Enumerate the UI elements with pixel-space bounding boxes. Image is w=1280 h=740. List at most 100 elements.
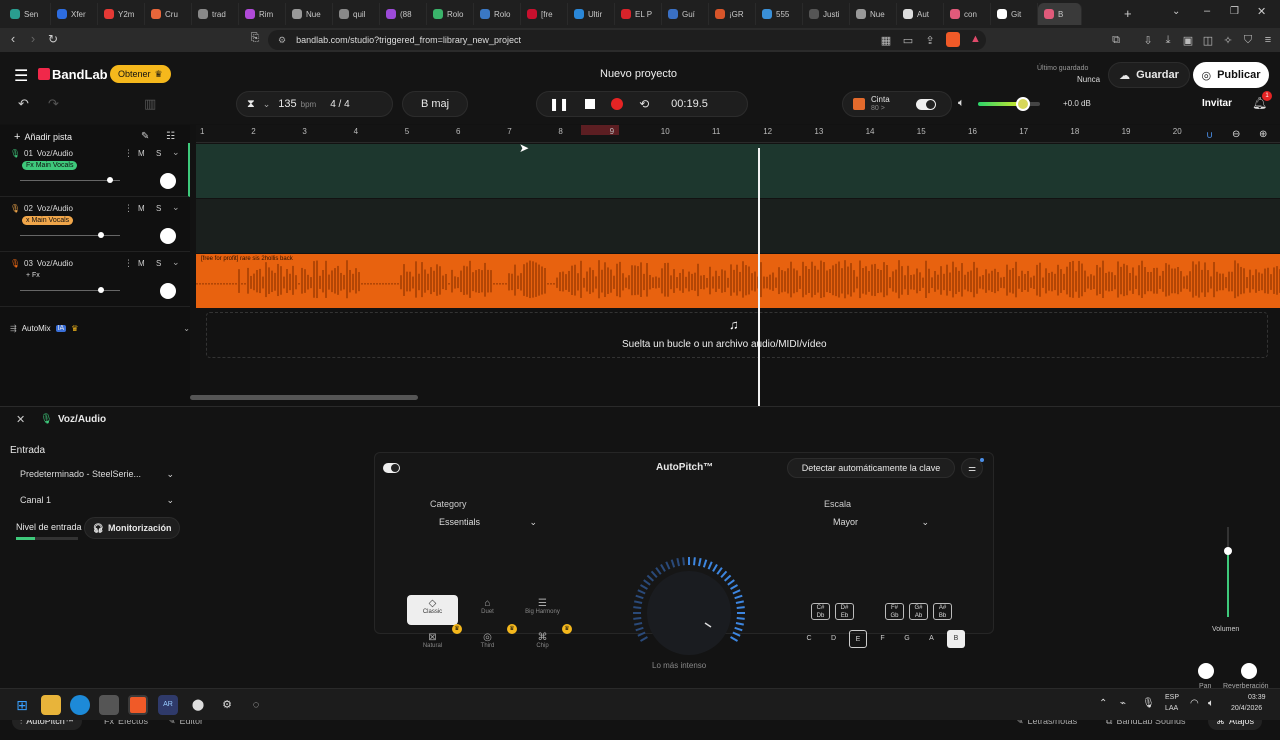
track-more-icon[interactable]: ⋮ bbox=[124, 148, 133, 159]
solo-button[interactable]: S bbox=[156, 259, 161, 268]
track-effect-badge[interactable]: + Fx bbox=[22, 271, 44, 280]
brave-icon[interactable] bbox=[128, 695, 148, 715]
sharp-key[interactable]: C# Db bbox=[811, 603, 830, 620]
lane-track-3[interactable]: [free for profit] rare sis 2hollis back bbox=[196, 254, 1280, 308]
maximize-icon[interactable]: ❐ bbox=[1230, 6, 1239, 17]
browser-tab[interactable]: Xfer bbox=[51, 3, 98, 25]
lane-track-2[interactable] bbox=[196, 199, 1280, 253]
audio-app-icon[interactable]: AR bbox=[158, 695, 178, 715]
track-volume-slider[interactable] bbox=[20, 232, 120, 238]
key-selector[interactable]: B maj bbox=[402, 91, 468, 117]
note-key-a[interactable]: A bbox=[923, 630, 941, 648]
publish-button[interactable]: ◎ Publicar bbox=[1193, 62, 1269, 88]
master-volume-slider[interactable] bbox=[978, 97, 1040, 111]
back-icon[interactable]: ‹ bbox=[2, 31, 24, 46]
preset-classic[interactable]: ◇ Classic bbox=[407, 595, 458, 625]
preset-duet[interactable]: ⌂ Duet bbox=[462, 595, 513, 625]
mute-button[interactable]: M bbox=[138, 149, 145, 158]
browser-tab[interactable]: trad bbox=[192, 3, 239, 25]
close-window-icon[interactable]: ✕ bbox=[1257, 5, 1266, 18]
sharp-key[interactable]: G# Ab bbox=[909, 603, 928, 620]
note-key-g[interactable]: G bbox=[898, 630, 916, 648]
track-volume-slider[interactable] bbox=[20, 177, 120, 183]
mixer-icon[interactable]: ▥ bbox=[144, 96, 156, 112]
browser-tab[interactable]: Rolo bbox=[474, 3, 521, 25]
mute-button[interactable]: M bbox=[138, 259, 145, 268]
sharp-key[interactable]: A# Bb bbox=[933, 603, 952, 620]
file-explorer-icon[interactable] bbox=[41, 695, 61, 715]
ai-icon[interactable]: ✧ bbox=[1218, 34, 1238, 47]
track-name[interactable]: 01 Voz/Audio bbox=[24, 149, 73, 158]
browser-tab[interactable]: [fre bbox=[521, 3, 568, 25]
reader-icon[interactable]: ▦ bbox=[876, 34, 896, 47]
track-name[interactable]: 03 Voz/Audio bbox=[24, 259, 73, 268]
metronome-icon[interactable]: ⧗ bbox=[247, 98, 255, 111]
speaker-icon[interactable]: 🔈︎ bbox=[958, 97, 965, 110]
track-volume-handle[interactable] bbox=[107, 177, 113, 183]
timeline-ruler[interactable]: 1 2 3 4 5 6 7 8 9 10 11 12 13 14 15 16 17 18 19 20 bbox=[196, 125, 1280, 143]
site-info-icon[interactable]: ⚙ bbox=[278, 35, 286, 46]
stop-icon[interactable] bbox=[585, 99, 596, 109]
pan-knob[interactable] bbox=[1198, 663, 1214, 679]
tape-toggle[interactable] bbox=[915, 98, 936, 110]
browser-tab[interactable]: con bbox=[944, 3, 991, 25]
chat-app-icon[interactable]: ◌ bbox=[246, 695, 266, 715]
tab-list-icon[interactable]: ⌄ bbox=[1172, 6, 1180, 17]
preset-natural[interactable]: ⊠ Natural ♛ bbox=[407, 624, 462, 659]
network-icon[interactable]: ⌁ bbox=[1120, 698, 1126, 709]
minimize-icon[interactable]: – bbox=[1204, 5, 1210, 17]
vpn-icon[interactable]: ⛉ bbox=[1238, 34, 1258, 47]
input-device-select[interactable]: Predeterminado - SteelSerie... ⌄ bbox=[14, 463, 180, 485]
track-header[interactable]: 🎙︎ 03 Voz/Audio + Fx ⋮ M S ⌄ bbox=[0, 253, 190, 307]
channel-select[interactable]: Canal 1 ⌄ bbox=[14, 489, 180, 511]
browser-tab[interactable]: quil bbox=[333, 3, 380, 25]
bpm-value[interactable]: 135 bbox=[278, 98, 296, 110]
invite-button[interactable]: Invitar bbox=[1202, 98, 1232, 109]
track-header[interactable]: 🎙︎ 02 Voz/Audio x Main Vocals ⋮ M S ⌄ bbox=[0, 198, 190, 252]
arrangement-area[interactable]: [free for profit] rare sis 2hollis back … bbox=[196, 144, 1280, 410]
brave-rewards-icon[interactable]: ▲ bbox=[970, 33, 981, 45]
note-key-b[interactable]: B bbox=[947, 630, 965, 648]
browser-tab[interactable]: Rim bbox=[239, 3, 286, 25]
volume-fader-track[interactable] bbox=[1224, 527, 1232, 617]
undo-icon[interactable]: ↶ bbox=[18, 96, 29, 112]
browser-tab[interactable]: 555 bbox=[756, 3, 803, 25]
track-more-icon[interactable]: ⋮ bbox=[124, 258, 133, 269]
track-volume-handle[interactable] bbox=[98, 232, 104, 238]
browser-tab[interactable]: Y2m bbox=[98, 3, 145, 25]
track-volume-slider[interactable] bbox=[20, 287, 120, 293]
track-more-icon[interactable]: ⋮ bbox=[124, 203, 133, 214]
browser-tab[interactable]: Git bbox=[991, 3, 1038, 25]
forward-icon[interactable]: › bbox=[22, 31, 44, 46]
track-pan-knob[interactable] bbox=[160, 228, 176, 244]
track-expand-icon[interactable]: ⌄ bbox=[172, 202, 180, 213]
tray-mic-icon[interactable]: 🎙︎ bbox=[1142, 698, 1155, 709]
automix-expand-icon[interactable]: ⌄ bbox=[183, 324, 190, 333]
volume-tray-icon[interactable]: 🔈︎ bbox=[1208, 698, 1214, 709]
browser-tab[interactable]: Aut bbox=[897, 3, 944, 25]
sidebar-icon[interactable]: ⧉ bbox=[1106, 34, 1126, 47]
language-code[interactable]: ESP bbox=[1165, 694, 1179, 701]
zoom-in-icon[interactable]: ⊕ bbox=[1259, 129, 1267, 140]
brave-shield-icon[interactable] bbox=[946, 32, 960, 47]
reload-icon[interactable]: ↻ bbox=[42, 32, 64, 46]
note-key-f[interactable]: F bbox=[874, 630, 892, 648]
horizontal-scrollbar[interactable] bbox=[190, 395, 418, 400]
store-icon[interactable] bbox=[99, 695, 119, 715]
solo-button[interactable]: S bbox=[156, 149, 161, 158]
note-key-e[interactable]: E bbox=[849, 630, 867, 648]
track-effect-badge[interactable]: x Main Vocals bbox=[22, 216, 74, 225]
lane-track-1[interactable] bbox=[196, 144, 1280, 198]
browser-tab[interactable]: Guí bbox=[662, 3, 709, 25]
preset-third[interactable]: ◎ Third ♛ bbox=[462, 624, 517, 659]
hamburger-menu-icon[interactable]: ☰ bbox=[14, 66, 28, 86]
browser-tab[interactable]: Ultir bbox=[568, 3, 615, 25]
detect-key-button[interactable]: Detectar automáticamente la clave bbox=[787, 458, 955, 478]
track-volume-handle[interactable] bbox=[98, 287, 104, 293]
mute-button[interactable]: M bbox=[138, 204, 145, 213]
master-volume-knob[interactable] bbox=[1016, 97, 1030, 111]
clock-time[interactable]: 03:39 bbox=[1248, 694, 1266, 701]
screen-icon[interactable]: ▭ bbox=[898, 34, 918, 47]
get-membership-button[interactable]: Obtener ♛ bbox=[110, 65, 171, 83]
track-expand-icon[interactable]: ⌄ bbox=[172, 257, 180, 268]
